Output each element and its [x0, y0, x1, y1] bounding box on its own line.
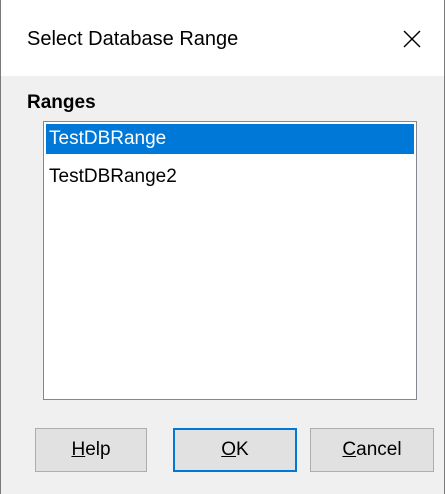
- cancel-button-label-rest: ancel: [356, 439, 402, 460]
- ok-button-label-rest: K: [236, 439, 249, 460]
- list-item-testdbrange2[interactable]: TestDBRange2: [46, 162, 414, 192]
- close-icon: [403, 30, 421, 48]
- title-bar: Select Database Range: [1, 0, 444, 76]
- help-button[interactable]: Help: [35, 428, 147, 472]
- cancel-button-mnemonic: C: [342, 439, 357, 460]
- help-button-label-rest: elp: [85, 439, 111, 460]
- ranges-listbox[interactable]: TestDBRange TestDBRange2: [43, 121, 417, 400]
- list-item-testdbrange[interactable]: TestDBRange: [46, 124, 414, 154]
- ok-button[interactable]: OK: [173, 428, 297, 472]
- dialog-title: Select Database Range: [27, 28, 239, 50]
- cancel-button[interactable]: Cancel: [310, 428, 434, 472]
- close-button[interactable]: [380, 0, 444, 76]
- ok-button-mnemonic: O: [221, 439, 237, 460]
- select-database-range-dialog: Select Database Range Ranges TestDBRange…: [0, 0, 445, 494]
- ranges-label: Ranges: [27, 92, 96, 113]
- help-button-mnemonic: H: [71, 439, 86, 460]
